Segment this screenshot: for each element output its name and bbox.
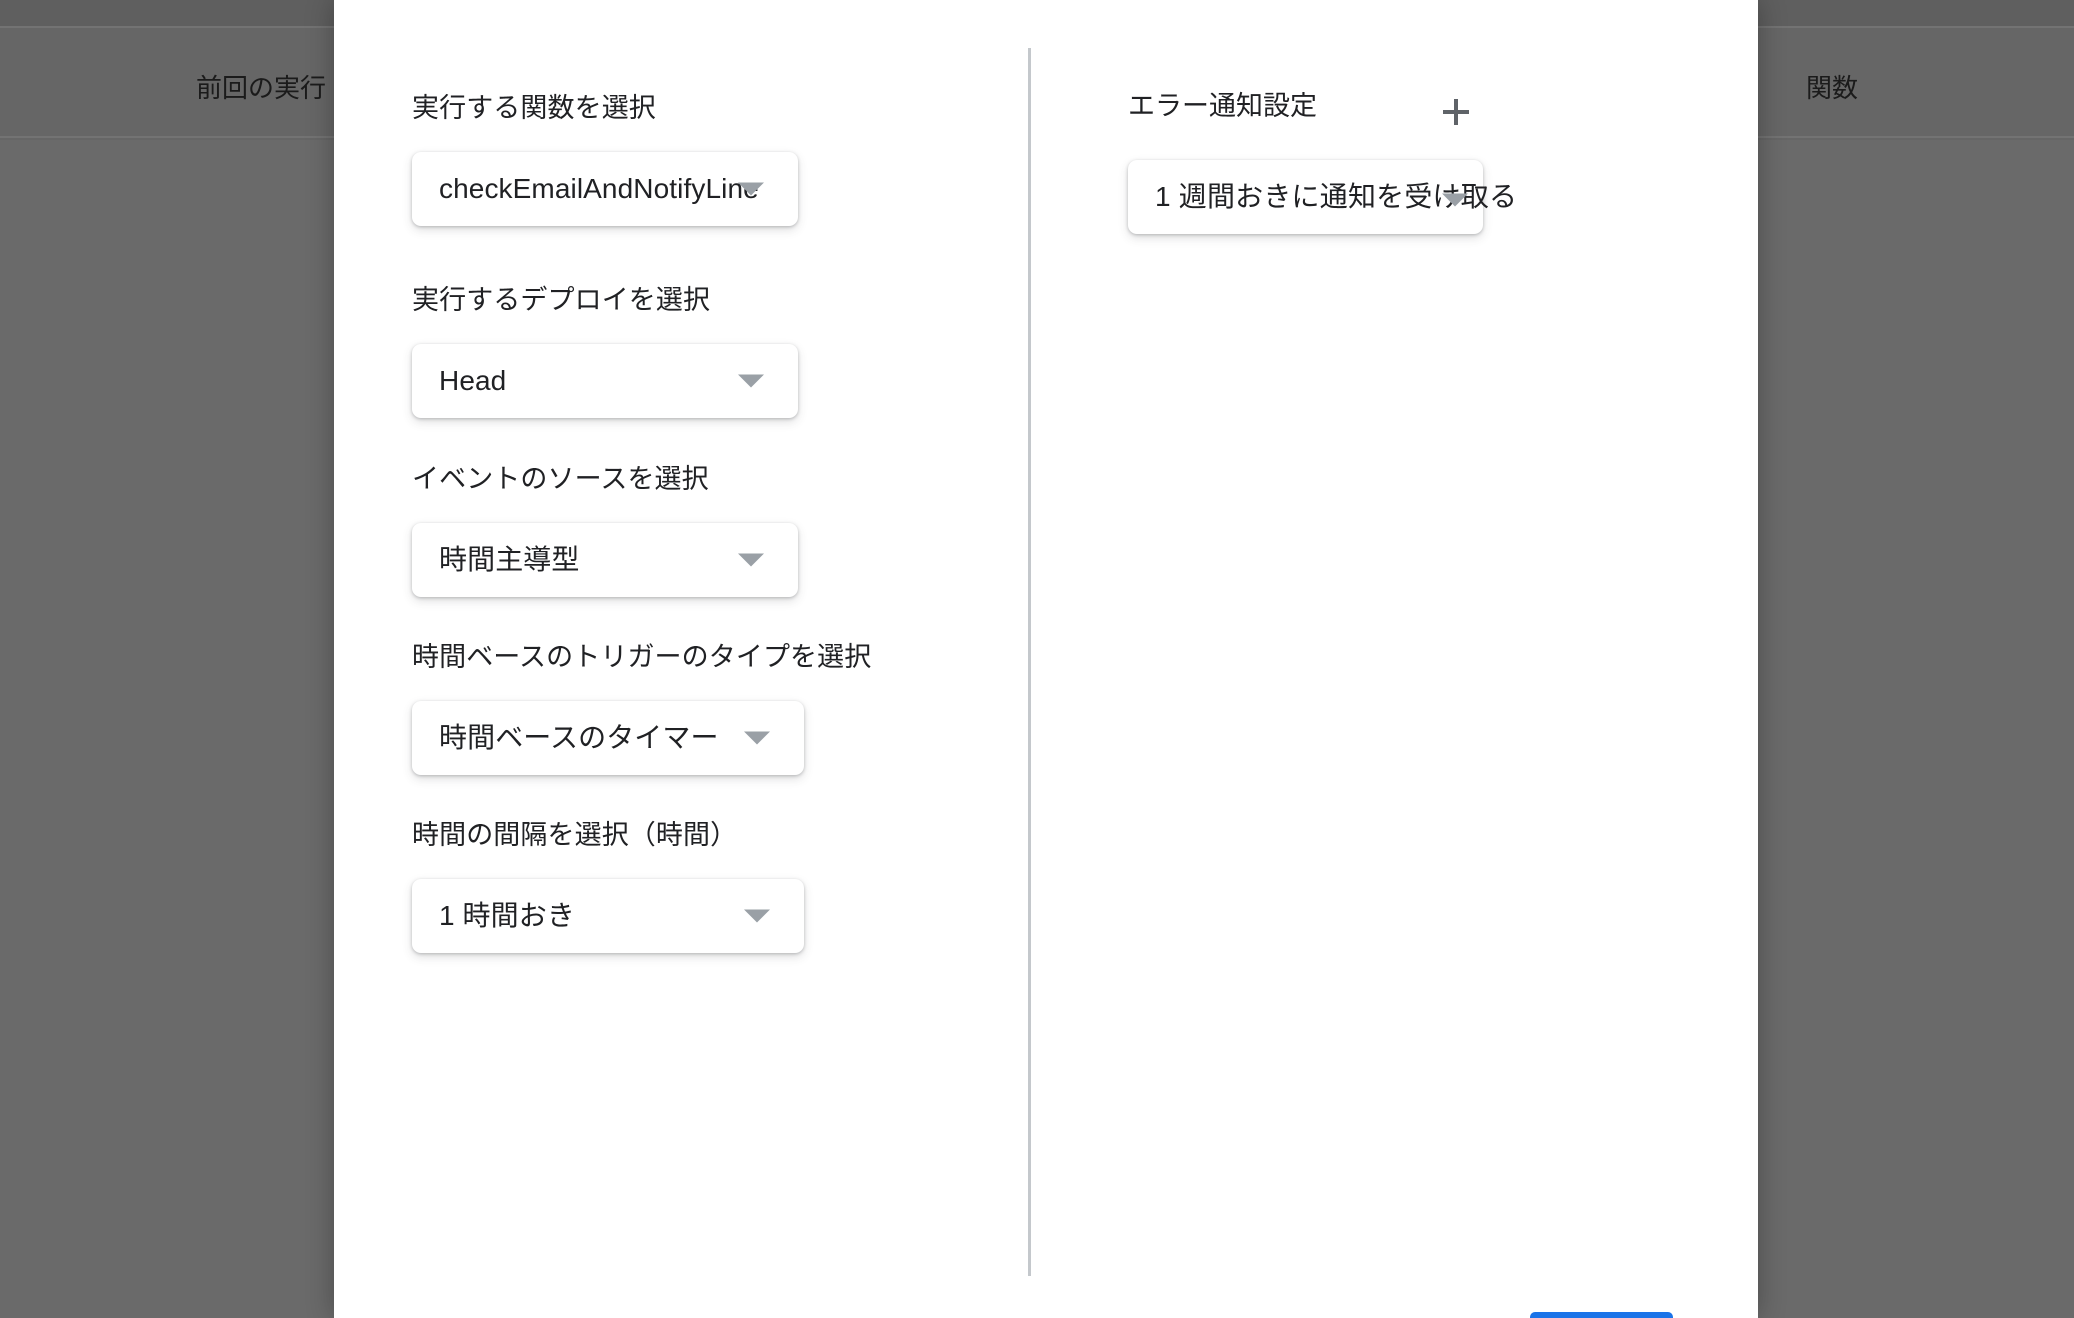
label-select-trigger-type: 時間ベースのトリガーのタイプを選択 — [412, 641, 871, 673]
chevron-down-icon — [744, 910, 770, 923]
background-column-function: 関数 — [1806, 75, 1858, 101]
select-trigger-type-value: 時間ベースのタイマー — [439, 724, 719, 752]
select-hour-interval[interactable]: 1 時間おき — [412, 879, 804, 953]
chevron-down-icon — [744, 732, 770, 745]
select-trigger-type[interactable]: 時間ベースのタイマー — [412, 701, 804, 775]
label-select-event-source: イベントのソースを選択 — [412, 463, 709, 495]
chevron-down-icon — [738, 183, 764, 196]
chevron-down-icon — [738, 375, 764, 388]
select-event-source[interactable]: 時間主導型 — [412, 523, 798, 597]
label-select-deployment: 実行するデプロイを選択 — [412, 284, 710, 316]
plus-icon — [1439, 95, 1473, 129]
select-function-value: checkEmailAndNotifyLine — [439, 175, 759, 203]
select-function[interactable]: checkEmailAndNotifyLine — [412, 152, 798, 226]
select-hour-interval-value: 1 時間おき — [439, 902, 575, 930]
select-deployment-value: Head — [439, 367, 506, 395]
add-notification-button[interactable] — [1430, 86, 1482, 138]
select-event-source-value: 時間主導型 — [439, 546, 580, 574]
save-button[interactable] — [1530, 1312, 1673, 1318]
screen: 前回の実行 関数 実行する関数を選択 checkEmailAndNotifyLi… — [0, 0, 2074, 1318]
select-error-notification-frequency[interactable]: 1 週間おきに通知を受け取る — [1128, 160, 1483, 234]
error-notification-title: エラー通知設定 — [1128, 90, 1317, 122]
label-select-function: 実行する関数を選択 — [412, 92, 656, 124]
chevron-down-icon — [1442, 194, 1468, 207]
background-column-last-run: 前回の実行 — [196, 75, 326, 101]
chevron-down-icon — [738, 554, 764, 567]
column-divider — [1028, 48, 1031, 1276]
label-select-hour-interval: 時間の間隔を選択（時間） — [412, 819, 737, 851]
trigger-settings-dialog: 実行する関数を選択 checkEmailAndNotifyLine 実行するデプ… — [334, 0, 1758, 1318]
select-deployment[interactable]: Head — [412, 344, 798, 418]
